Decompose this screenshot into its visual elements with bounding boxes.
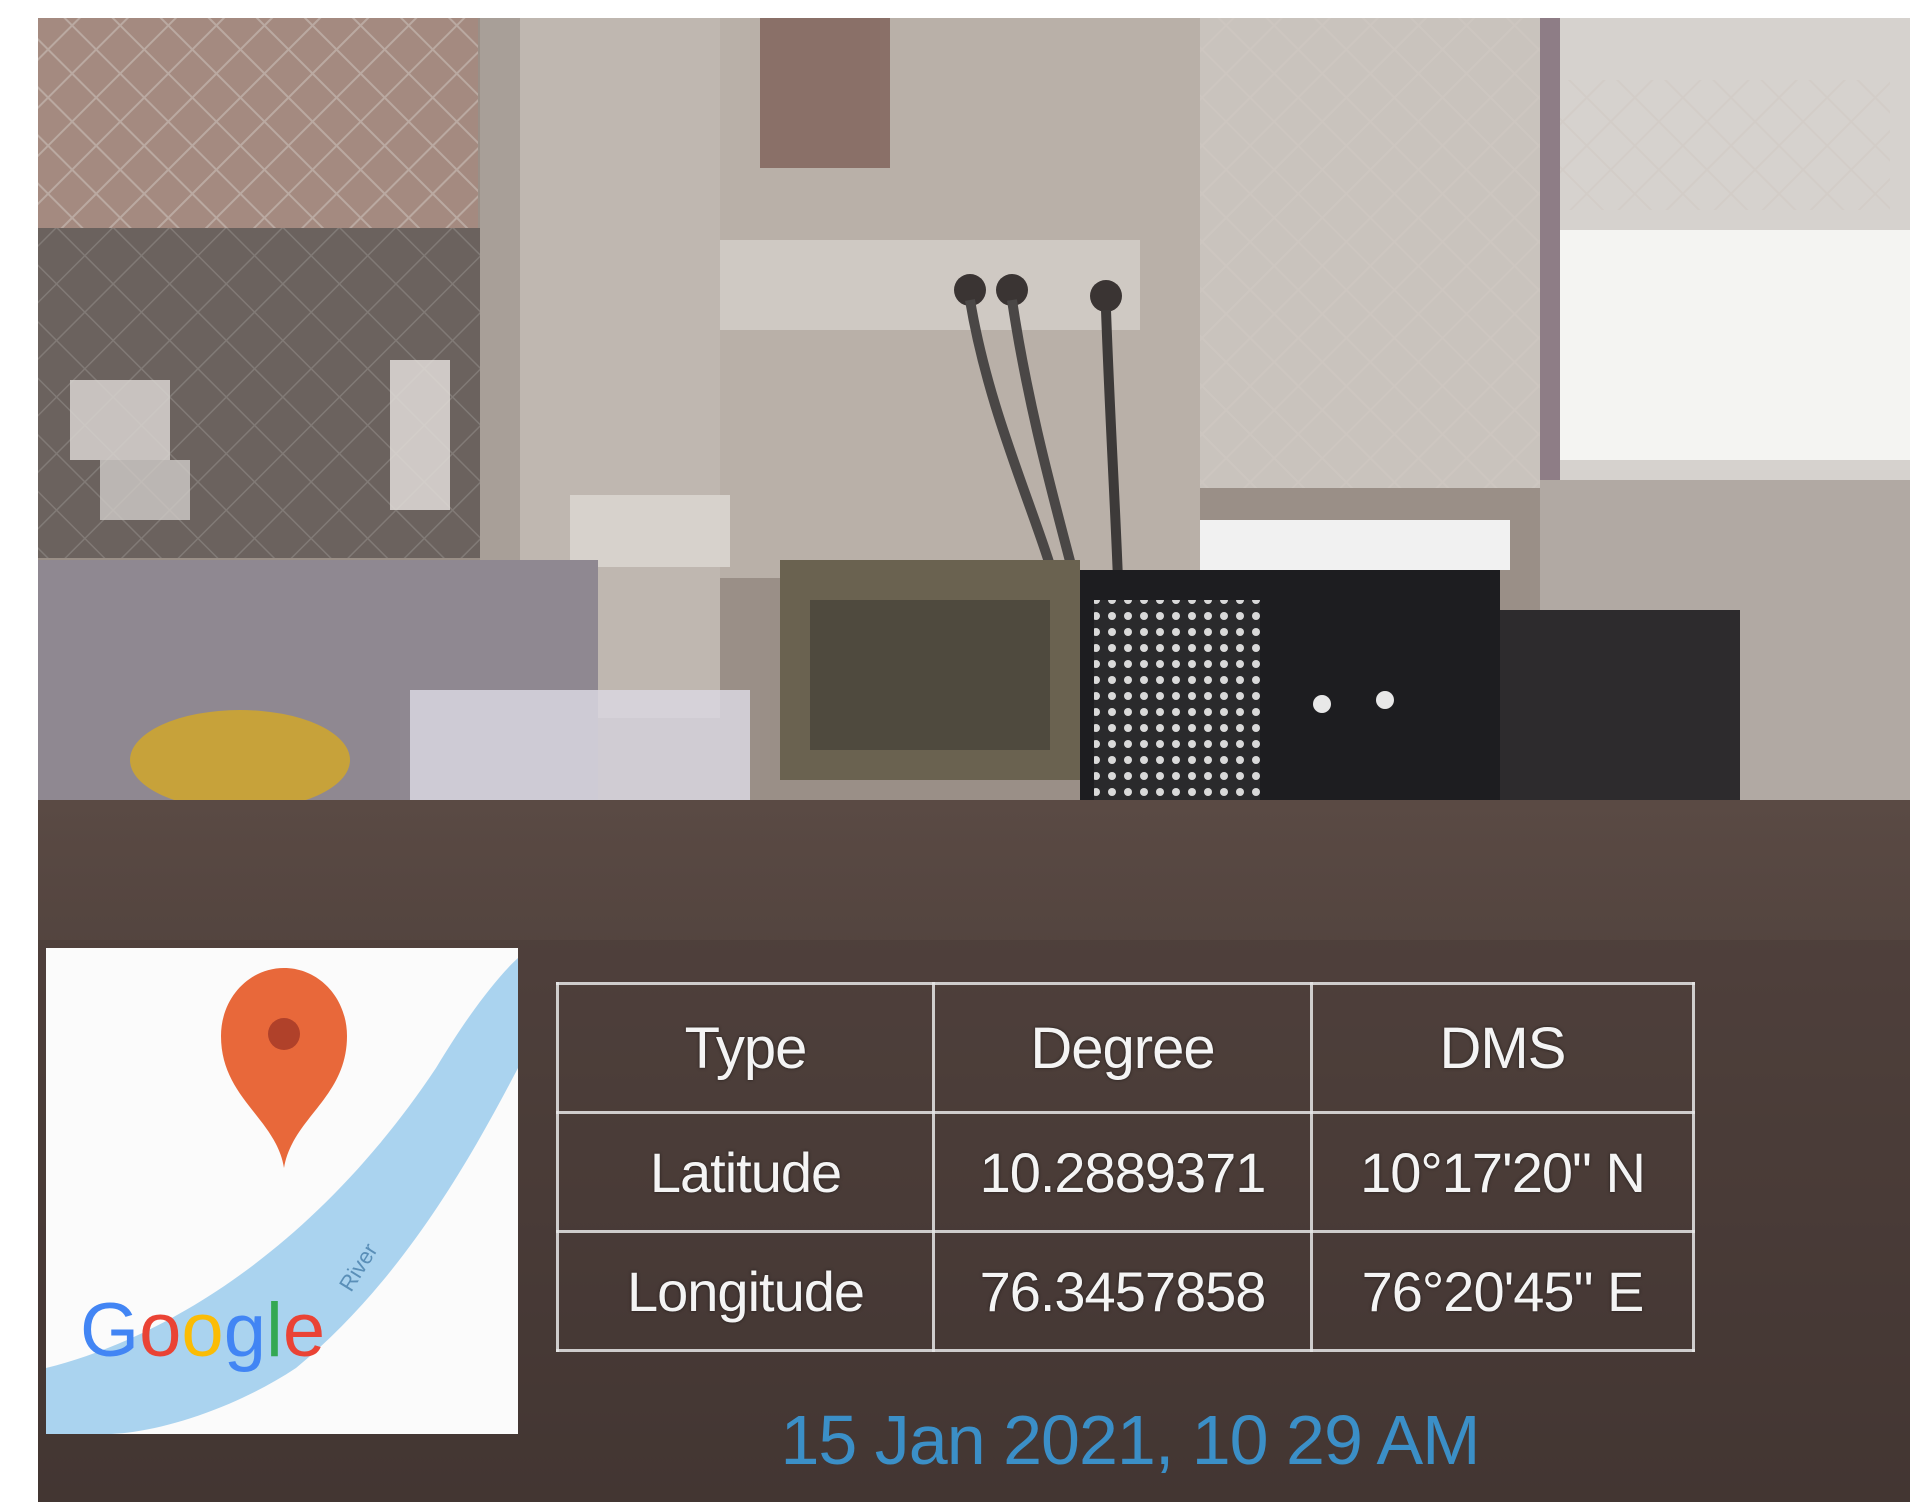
map-thumbnail-graphic: River Google — [46, 948, 518, 1434]
latitude-dms: 10°17'20" N — [1310, 1111, 1695, 1233]
table-row-longitude: Longitude 76.3457858 76°20'45" E — [556, 1230, 1695, 1352]
header-degree: Degree — [932, 982, 1313, 1114]
longitude-label: Longitude — [556, 1230, 935, 1352]
google-logo: Google — [80, 1288, 325, 1373]
table-row-latitude: Latitude 10.2889371 10°17'20" N — [556, 1111, 1695, 1233]
header-type: Type — [556, 982, 935, 1114]
header-dms: DMS — [1310, 982, 1695, 1114]
svg-text:Google: Google — [80, 1288, 325, 1373]
timestamp: 15 Jan 2021, 10 29 AM — [780, 1401, 1481, 1479]
longitude-degree: 76.3457858 — [932, 1230, 1313, 1352]
latitude-degree: 10.2889371 — [932, 1111, 1313, 1233]
table-header-row: Type Degree DMS — [556, 982, 1695, 1114]
latitude-label: Latitude — [556, 1111, 935, 1233]
map-thumbnail: River Google — [46, 948, 518, 1434]
coordinates-table: Type Degree DMS Latitude 10.2889371 10°1… — [556, 982, 1695, 1352]
longitude-dms: 76°20'45" E — [1310, 1230, 1695, 1352]
